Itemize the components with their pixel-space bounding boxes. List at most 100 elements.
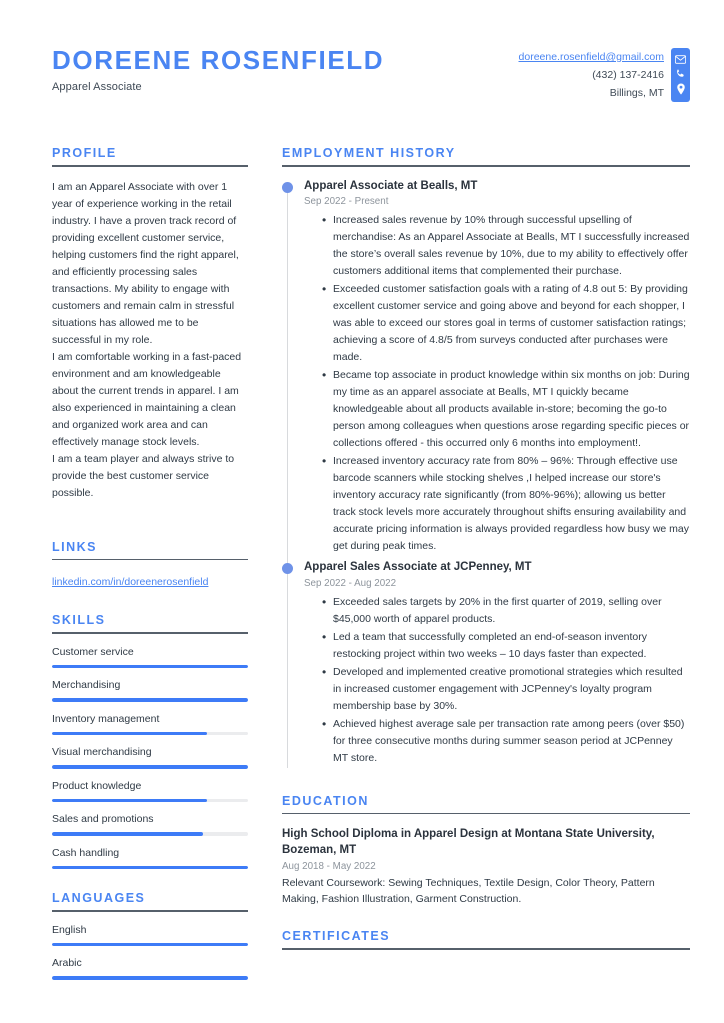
- contact-block: doreene.rosenfield@gmail.com (432) 137-2…: [519, 42, 690, 102]
- skill-item-bar-track: [52, 664, 248, 669]
- education-section: EDUCATION High School Diploma in Apparel…: [282, 794, 690, 907]
- language-item-bar-fill: [52, 976, 248, 980]
- education-title: High School Diploma in Apparel Design at…: [282, 828, 655, 857]
- skill-item-bar-fill: [52, 865, 248, 870]
- skill-item: Customer service: [52, 646, 248, 669]
- language-item-bar-track: [52, 942, 248, 947]
- achievement-item: Developed and implemented creative promo…: [322, 663, 690, 715]
- skill-item-bar-fill: [52, 832, 203, 836]
- contact-lines: doreene.rosenfield@gmail.com (432) 137-2…: [519, 48, 664, 102]
- achievement-item: Became top associate in product knowledg…: [322, 366, 690, 452]
- achievement-item: Exceeded sales targets by 20% in the fir…: [322, 593, 690, 628]
- contact-email-link[interactable]: doreene.rosenfield@gmail.com: [519, 48, 664, 66]
- skill-item: Product knowledge: [52, 780, 248, 803]
- sidebar: PROFILE I am an Apparel Associate with o…: [52, 146, 248, 1002]
- contact-icon-strip: [671, 48, 690, 102]
- skill-item: Sales and promotions: [52, 813, 248, 836]
- achievement-list: Exceeded sales targets by 20% in the fir…: [304, 593, 690, 767]
- skill-item: Cash handling: [52, 847, 248, 870]
- skill-item-label: Cash handling: [52, 846, 120, 859]
- header-job-title: Apparel Associate: [52, 81, 142, 94]
- skill-item: Merchandising: [52, 679, 248, 702]
- links-heading: LINKS: [52, 539, 97, 554]
- job-dates: Sep 2022 - Present: [304, 196, 389, 208]
- employment-heading: EMPLOYMENT HISTORY: [282, 146, 456, 161]
- skill-item-bar-fill: [52, 798, 207, 803]
- profile-heading: PROFILE: [52, 146, 117, 161]
- language-item: Arabic: [52, 957, 248, 980]
- skill-item-label: Sales and promotions: [52, 813, 154, 826]
- language-item: English: [52, 924, 248, 947]
- languages-heading: LANGUAGES: [52, 891, 146, 906]
- achievement-list: Increased sales revenue by 10% through s…: [304, 211, 690, 555]
- profile-paragraph: I am comfortable working in a fast-paced…: [52, 350, 242, 448]
- profile-paragraph: I am an Apparel Associate with over 1 ye…: [52, 180, 239, 346]
- achievement-item: Increased inventory accuracy rate from 8…: [322, 452, 690, 555]
- skill-item-bar-track: [52, 698, 248, 702]
- skill-item-bar-track: [52, 798, 248, 803]
- certificates-heading: CERTIFICATES: [282, 929, 391, 944]
- skill-item-bar-track: [52, 865, 248, 870]
- links-section: LINKS linkedin.com/in/doreenerosenfield: [52, 540, 248, 591]
- achievement-item: Achieved highest average sale per transa…: [322, 715, 690, 767]
- skill-item-label: Inventory management: [52, 712, 160, 725]
- contact-phone: (432) 137-2416: [592, 69, 664, 82]
- skills-section: SKILLS Customer service Merchandising Inve…: [52, 613, 248, 870]
- timeline-dot-icon: [282, 181, 293, 193]
- languages-list: English Arabic: [52, 924, 248, 980]
- languages-section: LANGUAGES English Arabic: [52, 891, 248, 980]
- section-divider: [282, 948, 690, 950]
- skill-item-bar-track: [52, 832, 248, 836]
- skill-item: Inventory management: [52, 713, 248, 736]
- education-entry: High School Diploma in Apparel Design at…: [282, 826, 690, 907]
- skill-item-label: Visual merchandising: [52, 746, 152, 759]
- certificates-section: CERTIFICATES: [282, 929, 690, 950]
- timeline-dot-icon: [282, 563, 293, 575]
- section-divider: [52, 165, 248, 167]
- section-divider: [52, 558, 248, 561]
- skill-item-bar-track: [52, 731, 248, 736]
- main-content: EMPLOYMENT HISTORY Apparel Associate at …: [282, 146, 690, 1002]
- resume-header: DOREENE ROSENFIELD Apparel Associate dor…: [52, 42, 690, 102]
- location-pin-icon: [676, 83, 686, 95]
- skill-item-bar-fill: [52, 664, 248, 669]
- envelope-icon: [675, 55, 686, 64]
- language-item-label: Arabic: [52, 957, 82, 970]
- name-block: DOREENE ROSENFIELD Apparel Associate: [52, 42, 384, 93]
- language-item-bar-fill: [52, 942, 248, 947]
- section-divider: [52, 910, 248, 912]
- jobs-list: Apparel Associate at Bealls, MT Sep 2022 …: [282, 179, 690, 772]
- skill-item-bar-fill: [52, 698, 248, 702]
- section-divider: [282, 812, 690, 815]
- skills-heading: SKILLS: [52, 613, 106, 628]
- link-item[interactable]: linkedin.com/in/doreenerosenfield: [52, 576, 208, 588]
- phone-icon: [675, 68, 686, 79]
- education-dates: Aug 2018 - May 2022: [282, 860, 376, 872]
- employment-entry: Apparel Associate at Bealls, MT Sep 2022 …: [282, 179, 690, 564]
- resume-page: DOREENE ROSENFIELD Apparel Associate dor…: [0, 0, 724, 1023]
- achievement-item: Led a team that successfully completed a…: [322, 628, 690, 663]
- employment-entry: Apparel Sales Associate at JCPenney, MT S…: [282, 560, 690, 772]
- skill-item-bar-fill: [52, 731, 207, 736]
- education-heading: EDUCATION: [282, 793, 369, 808]
- language-item-label: English: [52, 923, 87, 936]
- profile-section: PROFILE I am an Apparel Associate with o…: [52, 146, 248, 502]
- language-item-bar-track: [52, 976, 248, 980]
- achievement-item: Increased sales revenue by 10% through s…: [322, 211, 690, 280]
- section-divider: [52, 632, 248, 634]
- job-title: Apparel Associate at Bealls, MT: [304, 179, 478, 192]
- skill-item-bar-track: [52, 765, 248, 769]
- profile-text: I am an Apparel Associate with over 1 ye…: [52, 179, 248, 502]
- profile-paragraph: I am a team player and always strive to …: [52, 452, 235, 499]
- education-description: Relevant Coursework: Sewing Techniques, …: [282, 876, 655, 905]
- job-title: Apparel Sales Associate at JCPenney, MT: [304, 561, 532, 574]
- resume-body: PROFILE I am an Apparel Associate with o…: [52, 146, 690, 1002]
- contact-location: Billings, MT: [609, 87, 664, 100]
- skill-item-label: Customer service: [52, 645, 134, 658]
- job-dates: Sep 2022 - Aug 2022: [304, 577, 397, 589]
- page-title: DOREENE ROSENFIELD: [52, 45, 385, 75]
- education-list: High School Diploma in Apparel Design at…: [282, 826, 690, 907]
- skill-item-label: Product knowledge: [52, 779, 142, 792]
- skill-item-bar-fill: [52, 765, 248, 769]
- section-divider: [282, 165, 690, 167]
